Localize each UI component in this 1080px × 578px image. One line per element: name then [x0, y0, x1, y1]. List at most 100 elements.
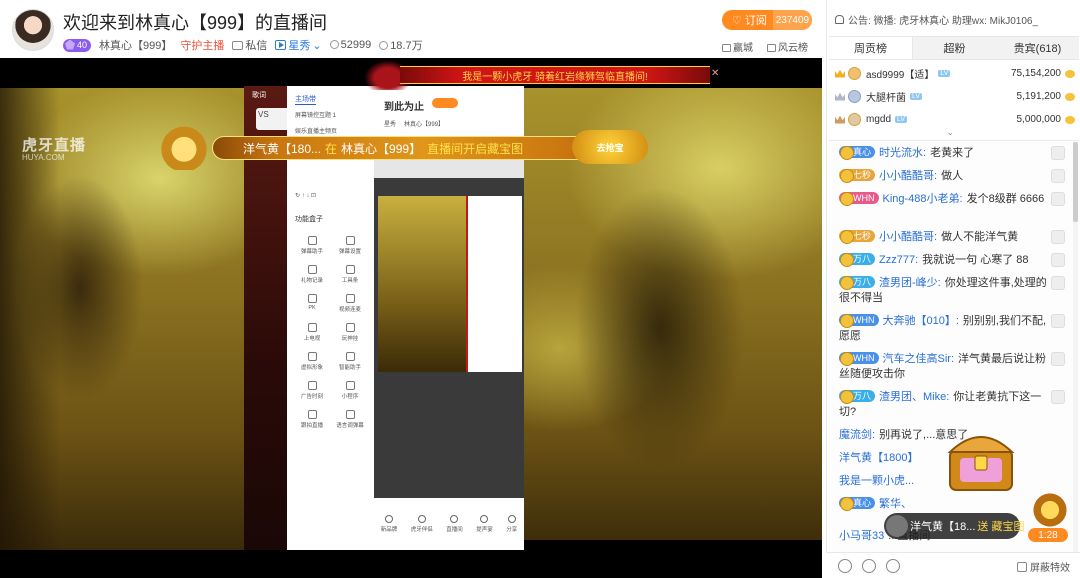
chat-message: 真心 时光流水: 老黄来了	[839, 146, 1049, 161]
city-link[interactable]: 赢城	[722, 39, 753, 54]
tool-icon	[307, 323, 317, 332]
video-player[interactable]: 虎牙直播 HUYA.COM VS 主场带 屏幕镜控互题 1 娱乐直播主频页 ↻ …	[0, 58, 826, 578]
report-icon[interactable]	[1051, 230, 1065, 244]
leaderboard-link[interactable]: 风云榜	[767, 39, 808, 54]
screen-tool: 虎牙伴侣	[411, 515, 433, 533]
guard-link[interactable]: 守护主播	[180, 37, 224, 53]
tool-icon	[384, 515, 393, 523]
tool-label: 弹幕助手	[300, 249, 323, 255]
tool-label: 弹幕设置	[338, 249, 361, 255]
chat-nick[interactable]: 渣男团-峰少:	[879, 277, 941, 289]
chat-message: 七秒 小小酷酷哥: 做人不能洋气黄	[839, 230, 1049, 245]
report-icon[interactable]	[1051, 314, 1065, 328]
screen-tool-label: 提声宴	[476, 527, 493, 533]
streamer-avatar[interactable]	[12, 9, 54, 51]
category-link[interactable]: 星秀 ⌄	[275, 37, 322, 53]
chat-nick[interactable]: 小马哥33	[839, 530, 884, 542]
crown-icon	[835, 92, 845, 101]
treasure-banner-bar: 洋气黄【180... 在 林真心【999】 直播间开启藏宝图	[212, 136, 632, 160]
rank-name: mgdd	[866, 114, 892, 125]
shield-icon	[1017, 561, 1027, 572]
treasure-chest-graphic	[947, 436, 1015, 491]
room-header: 欢迎来到林真心【999】的直播间 40 林真心【999】 守护主播 私信 星秀 ⌄…	[0, 0, 826, 58]
report-icon[interactable]	[1051, 192, 1065, 206]
tool-label: 广告时刻	[300, 394, 323, 400]
level-tag: LV	[910, 93, 923, 100]
chat-nick[interactable]: 汽车之佳高Sir:	[883, 353, 955, 365]
rank-row[interactable]: mgdd LV 5,000,000	[835, 108, 1075, 131]
chat-nick[interactable]: 小小酷酷哥:	[879, 170, 937, 182]
chevron-down-icon[interactable]: ⌄	[947, 128, 954, 137]
rank-score: 5,000,000	[1016, 114, 1062, 125]
fan-badge: 万八	[839, 390, 876, 404]
mini-treasure-chest-icon[interactable]	[1030, 488, 1070, 528]
report-icon[interactable]	[1051, 253, 1065, 267]
screen-nav-icons: ↻ ↑ ↓ ⊡	[295, 193, 317, 199]
app-root: 欢迎来到林真心【999】的直播间 40 林真心【999】 守护主播 私信 星秀 ⌄…	[0, 0, 1080, 578]
tool-cell: 跟拍直播	[293, 410, 331, 429]
tool-icon	[345, 352, 355, 361]
streamer-name[interactable]: 林真心【999】	[99, 37, 172, 53]
scrollbar-thumb[interactable]	[1073, 142, 1078, 222]
rank-row[interactable]: asd9999【适】 LV 75,154,200	[835, 62, 1075, 85]
tool-icon	[345, 265, 355, 274]
subscribe-label: 订阅	[744, 15, 767, 27]
tool-icon	[345, 381, 355, 390]
report-icon[interactable]	[1051, 390, 1065, 404]
gift-icon[interactable]	[886, 559, 900, 573]
report-icon[interactable]	[1051, 352, 1065, 366]
avatar	[848, 113, 861, 126]
user-icon	[379, 41, 389, 50]
chat-nick[interactable]: 渣男团、Mike:	[879, 391, 949, 403]
close-icon[interactable]: ✕	[711, 68, 723, 80]
fan-badge: 真心	[839, 146, 876, 160]
chat-nick[interactable]: 洋气黄【1800】	[839, 452, 918, 464]
coin-icon	[1065, 92, 1075, 101]
shield-effects-button[interactable]: 屏蔽特效	[1017, 559, 1070, 574]
chat-scrollbar[interactable]	[1073, 142, 1078, 552]
chat-nick[interactable]: Zzz777:	[879, 254, 918, 266]
tab-vip[interactable]: 贵宾(618)	[996, 37, 1079, 59]
chat-nick[interactable]: 时光流水:	[879, 147, 926, 159]
tab-weekly[interactable]: 周贡榜	[829, 37, 913, 59]
report-icon[interactable]	[1051, 276, 1065, 290]
report-icon[interactable]	[1051, 169, 1065, 183]
chat-nick[interactable]: 大奔驰【010】:	[883, 315, 959, 327]
follower-count: 18.7万	[379, 37, 423, 53]
avatar	[848, 90, 861, 103]
shield-effects-label: 屏蔽特效	[1030, 563, 1070, 574]
chat-nick[interactable]: 繁华、	[879, 498, 912, 510]
rank-tabs: 周贡榜 超粉 贵宾(618)	[829, 36, 1079, 60]
sticker-icon[interactable]	[862, 559, 876, 573]
screen-row-1: 屏幕镜控互题 1	[295, 113, 337, 119]
tool-label: 智能助手	[338, 365, 361, 371]
chat-toolbar: 屏蔽特效	[826, 552, 1080, 578]
gift-top-banner: 我是一颗小虎牙 骑着红岩缘狮驾临直播间! ✕	[360, 60, 725, 90]
grab-treasure-button[interactable]: 去抢宝	[572, 130, 648, 164]
chat-nick[interactable]: 我是一颗小虎...	[839, 475, 914, 487]
bell-icon	[835, 15, 844, 24]
report-icon[interactable]	[1051, 146, 1065, 160]
tool-label: PK	[308, 305, 316, 311]
rank-row[interactable]: 大腿杆菌 LV 5,191,200	[835, 85, 1075, 108]
screen-preview-button	[432, 98, 458, 108]
level-tag: LV	[895, 116, 908, 123]
screen-tool-label: 新品牌	[380, 527, 398, 533]
screen-tool-grid: 弹幕助手 弹幕设置 礼物记录 工具条 PK 视频连麦 上电视 玩神挂 虚拟形象 …	[293, 236, 369, 429]
tool-icon	[345, 323, 355, 332]
play-icon	[275, 40, 287, 50]
chat-message: 万八 渣男团-峰少: 你处理这件事,处理的很不得当	[839, 276, 1049, 306]
tab-superfans[interactable]: 超粉	[913, 37, 996, 59]
emoji-icon[interactable]	[838, 559, 852, 573]
fan-badge: WHN	[839, 352, 879, 366]
chat-nick[interactable]: King-488小老弟:	[883, 193, 963, 205]
screen-tool-label: 虎牙伴侣	[410, 527, 433, 533]
private-message-link[interactable]: 私信	[232, 37, 267, 53]
chat-message: 七秒 小小酷酷哥: 做人	[839, 169, 1049, 184]
gift-notification-user: 洋气黄【18...	[910, 521, 976, 533]
treasure-chest-icon[interactable]	[936, 412, 1026, 502]
subscribe-button[interactable]: ♡ 订阅 237409	[722, 10, 812, 30]
tool-icon	[345, 294, 355, 303]
chat-nick[interactable]: 魔流剑:	[839, 429, 875, 441]
chat-nick[interactable]: 小小酷酷哥:	[879, 231, 937, 243]
